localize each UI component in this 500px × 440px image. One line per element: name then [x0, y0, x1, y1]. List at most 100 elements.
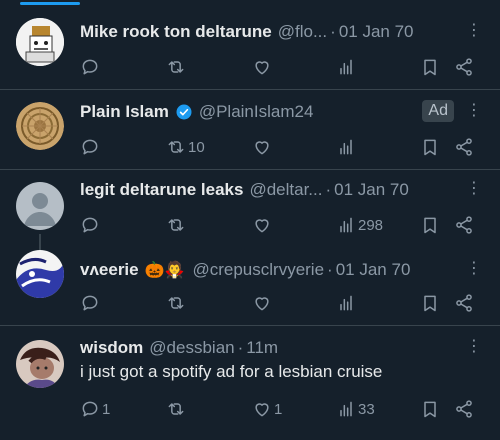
separator-dot: ·	[327, 260, 333, 279]
bookmark-icon	[424, 217, 436, 234]
name-emoji: 🎃🧛	[144, 262, 185, 279]
avatar[interactable]	[16, 340, 64, 388]
user-handle[interactable]: @deltar...	[249, 180, 322, 200]
bookmark-icon	[424, 59, 436, 76]
retweet-button[interactable]	[166, 292, 188, 314]
tweet-actions	[80, 56, 480, 78]
like-icon	[255, 141, 269, 155]
views-button[interactable]: 33	[336, 398, 375, 420]
separator-dot: ·	[237, 338, 244, 357]
display-name[interactable]: vʌeerie	[80, 260, 139, 280]
user-handle[interactable]: @dessbian	[149, 338, 234, 358]
bookmark-icon	[424, 401, 436, 418]
tweet-1[interactable]: Mike rook ton deltarune @flo... · 01 Jan…	[0, 6, 500, 90]
avatar[interactable]	[16, 102, 64, 150]
bookmark-button[interactable]	[420, 56, 440, 78]
retweet-icon	[168, 403, 184, 415]
share-button[interactable]	[454, 136, 474, 158]
reply-button[interactable]	[80, 214, 102, 236]
reply-count: 1	[102, 400, 111, 418]
user-handle[interactable]: @flo...	[278, 22, 327, 42]
views-button[interactable]	[336, 56, 358, 78]
like-icon	[255, 61, 269, 75]
retweet-button[interactable]	[166, 56, 188, 78]
views-button[interactable]	[336, 136, 358, 158]
display-name[interactable]: Mike rook ton deltarune	[80, 22, 272, 42]
reply-icon	[82, 59, 98, 75]
share-icon	[456, 216, 472, 234]
reply-icon	[82, 217, 98, 233]
bookmark-icon	[424, 139, 436, 156]
tweet-2-ad[interactable]: Plain Islam @PlainIslam24 Ad ⋮ 10	[0, 90, 500, 170]
like-button[interactable]	[252, 56, 274, 78]
share-button[interactable]	[454, 214, 474, 236]
reply-button[interactable]	[80, 56, 102, 78]
reply-button[interactable]: 1	[80, 398, 110, 420]
views-button[interactable]: 298	[336, 214, 383, 236]
views-icon	[340, 217, 352, 233]
avatar[interactable]	[16, 18, 64, 66]
bookmark-button[interactable]	[420, 292, 440, 314]
share-icon	[456, 58, 472, 76]
views-button[interactable]	[336, 292, 358, 314]
reply-icon	[82, 295, 98, 311]
display-name[interactable]: Plain Islam	[80, 102, 169, 122]
tweet-header: vʌeerie 🎃🧛 @crepusclrvyerie · 01 Jan 70	[80, 258, 484, 282]
more-options-icon[interactable]: ⋮	[466, 339, 482, 355]
tweet-4[interactable]: vʌeerie 🎃🧛 @crepusclrvyerie · 01 Jan 70 …	[0, 246, 500, 326]
like-button[interactable]	[252, 214, 274, 236]
views-count: 298	[358, 216, 384, 234]
views-icon	[340, 295, 352, 311]
retweet-button[interactable]: 10	[166, 136, 205, 158]
more-options-icon[interactable]: ⋮	[466, 261, 482, 277]
timestamp[interactable]: 01 Jan 70	[339, 22, 414, 42]
active-tab-underline	[20, 2, 80, 5]
bookmark-button[interactable]	[420, 214, 440, 236]
timestamp[interactable]: 01 Jan 70	[334, 180, 409, 200]
reply-button[interactable]	[80, 292, 102, 314]
avatar[interactable]	[16, 250, 64, 298]
like-icon	[255, 219, 269, 233]
avatar-image	[16, 340, 64, 388]
tweet-3[interactable]: legit deltarune leaks @deltar... · 01 Ja…	[0, 170, 500, 250]
timestamp[interactable]: 11m	[246, 338, 278, 358]
bookmark-icon	[424, 295, 436, 312]
retweet-icon	[168, 61, 184, 73]
tweet-actions: 298	[80, 214, 480, 236]
display-name[interactable]: wisdom	[80, 338, 143, 358]
timestamp[interactable]: 01 Jan 70	[336, 260, 411, 280]
bookmark-button[interactable]	[420, 398, 440, 420]
more-options-icon[interactable]: ⋮	[466, 181, 482, 197]
like-count: 1	[274, 400, 283, 418]
tweet-actions: 10	[80, 136, 480, 158]
views-icon	[340, 139, 352, 155]
share-icon	[456, 294, 472, 312]
user-handle[interactable]: @PlainIslam24	[199, 102, 314, 122]
like-button[interactable]: 1	[252, 398, 282, 420]
views-icon	[340, 401, 352, 417]
like-icon	[255, 297, 269, 311]
avatar-image	[16, 18, 64, 66]
retweet-icon	[168, 219, 184, 231]
more-options-icon[interactable]: ⋮	[466, 103, 482, 119]
tweet-text: i just got a spotify ad for a lesbian cr…	[80, 362, 383, 381]
like-button[interactable]	[252, 292, 274, 314]
tweet-5[interactable]: wisdom @dessbian · 11m ⋮ i just got a sp…	[0, 326, 500, 440]
avatar-image	[16, 250, 64, 298]
share-button[interactable]	[454, 56, 474, 78]
more-options-icon[interactable]: ⋮	[466, 23, 482, 39]
share-button[interactable]	[454, 292, 474, 314]
like-button[interactable]	[252, 136, 274, 158]
default-avatar[interactable]	[16, 182, 64, 230]
retweet-icon	[168, 141, 184, 153]
like-icon	[255, 403, 269, 417]
retweet-button[interactable]	[166, 214, 188, 236]
reply-button[interactable]	[80, 136, 102, 158]
share-button[interactable]	[454, 398, 474, 420]
display-name[interactable]: legit deltarune leaks	[80, 180, 243, 200]
bookmark-button[interactable]	[420, 136, 440, 158]
user-handle[interactable]: @crepusclrvyerie	[192, 260, 324, 280]
tweet-actions	[80, 292, 480, 314]
tweet-header: Mike rook ton deltarune @flo... · 01 Jan…	[80, 20, 484, 44]
retweet-button[interactable]	[166, 398, 188, 420]
